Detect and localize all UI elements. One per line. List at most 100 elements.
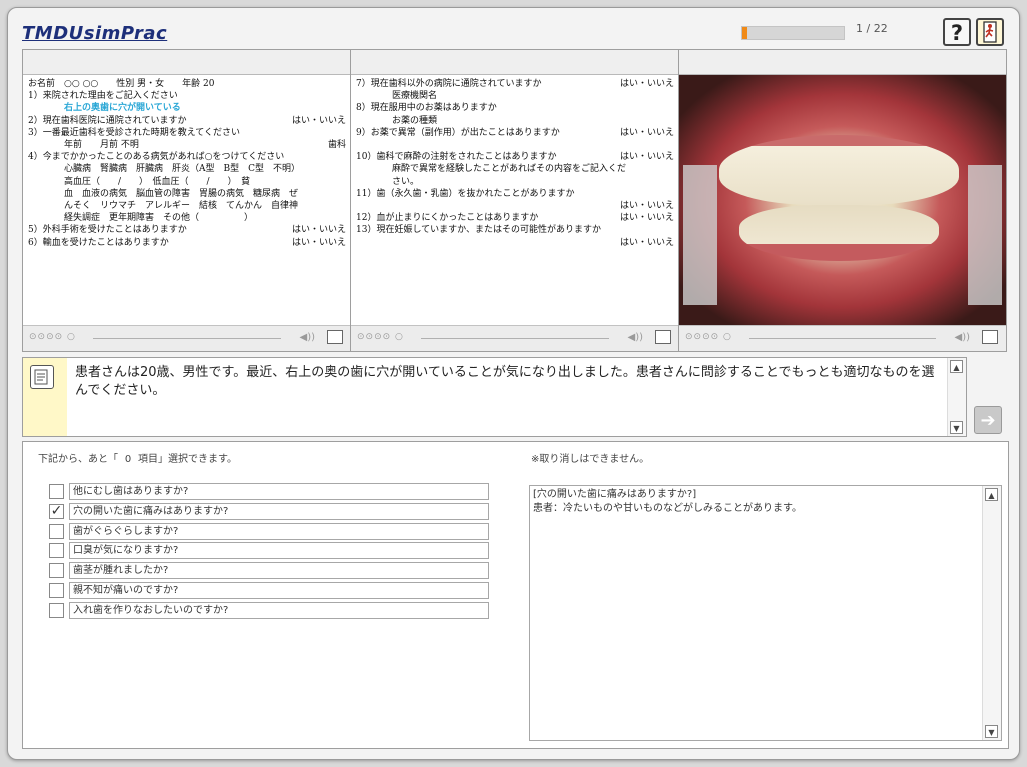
form-line-text: 10）歯科で麻酔の注射をされたことはありますか — [356, 152, 557, 163]
intraoral-photo-panel: ⊙⊙⊙⊙ ○ ◀)) — [678, 49, 1007, 352]
next-button[interactable]: ➔ — [974, 406, 1002, 434]
form-line-text: 右上の奥歯に穴が開いている — [64, 103, 181, 114]
seek-bar[interactable] — [749, 338, 936, 339]
checkbox[interactable] — [49, 602, 64, 618]
form-line: 1）来院された理由をご記入ください — [28, 90, 346, 102]
scroll-up-icon[interactable]: ▲ — [985, 488, 998, 501]
question-option-label[interactable]: 入れ歯を作りなおしたいのですか? — [69, 601, 489, 619]
volume-icon[interactable]: ◀)) — [955, 332, 971, 343]
panel-header — [679, 50, 1006, 75]
maximize-icon[interactable] — [982, 330, 998, 344]
form-line-text: 9）お薬で異常（副作用）が出たことはありますか — [356, 127, 560, 138]
seek-bar[interactable] — [93, 338, 281, 339]
cannot-undo-notice: ※取り消しはできません。 — [531, 454, 650, 465]
playback-buttons[interactable]: ⊙⊙⊙⊙ ○ — [357, 332, 404, 342]
help-button[interactable]: ? — [943, 18, 971, 46]
maximize-icon[interactable] — [327, 330, 343, 344]
form-line-text: 8）現在服用中のお薬はありますか — [356, 103, 497, 114]
form-line: はい・いいえ 5）外科手術を受けたことはありますか — [28, 224, 346, 236]
instruction-text: 患者さんは20歳、男性です。最近、右上の奥の歯に穴が開いていることが気になり出し… — [75, 365, 935, 398]
form-line-text: お名前 ○○ ○○ 性別 男・女 年齢 20 — [28, 79, 215, 89]
form-line: 13）現在妊娠していますか、またはその可能性がありますか — [356, 224, 674, 236]
selection-section: 下記から、あと「 0 項目」選択できます。 ※取り消しはできません。 他にむし歯はあ… — [22, 441, 1009, 749]
upper-teeth — [719, 135, 959, 205]
media-controls[interactable]: ⊙⊙⊙⊙ ○ ◀)) — [23, 325, 351, 351]
seek-bar[interactable] — [421, 338, 609, 339]
form-line: お薬の種類 — [356, 115, 674, 127]
form-line-text: んそく リウマチ アレルギー 結核 てんかん 自律神 — [64, 201, 299, 212]
volume-icon[interactable]: ◀)) — [628, 332, 644, 343]
yes-no-answer: はい・いいえ — [291, 237, 346, 248]
form-line: んそく リウマチ アレルギー 結核 てんかん 自律神 — [28, 200, 346, 212]
form-line-text: 11）歯（永久歯・乳歯）を抜かれたことがありますか — [356, 188, 575, 199]
form-line: お名前 ○○ ○○ 性別 男・女 年齢 20 — [28, 78, 346, 90]
form-line: はい・いいえ 2）現在歯科医院に通院されていますか — [28, 115, 346, 127]
checkbox[interactable] — [49, 523, 64, 539]
log-scrollbar[interactable]: ▲ ▼ — [982, 486, 1001, 740]
form-line-text — [356, 201, 359, 211]
form-line-text: 6）輸血を受けたことはありますか — [28, 237, 169, 248]
playback-buttons[interactable]: ⊙⊙⊙⊙ ○ — [29, 332, 76, 342]
question-option-label[interactable]: 口臭が気になりますか? — [69, 542, 489, 560]
instruction-scrollbar[interactable]: ▲ ▼ — [947, 358, 966, 436]
memo-icon — [30, 365, 54, 389]
log-question: [穴の開いた歯に痛みはありますか?] — [533, 489, 697, 500]
progress-fill — [742, 27, 747, 39]
checkbox[interactable] — [49, 543, 64, 559]
form-line-text: お薬の種類 — [392, 115, 438, 126]
maximize-icon[interactable] — [655, 330, 671, 344]
form-line-text: 高血圧（ / ） 低血圧（ / ） 貧 — [64, 176, 251, 187]
form-line: 右上の奥歯に穴が開いている — [28, 102, 346, 114]
form-line: はい・いいえ — [356, 200, 674, 212]
exit-door-icon — [983, 21, 997, 43]
instruction-strip — [23, 358, 67, 436]
cheek-retractor-left — [683, 165, 717, 305]
media-controls[interactable]: ⊙⊙⊙⊙ ○ ◀)) — [351, 325, 679, 351]
yes-no-answer: 歯科 — [327, 140, 346, 151]
form-line-text: 心臓病 腎臓病 肝臓病 肝炎（A型 B型 C型 不明） — [64, 164, 301, 175]
question-option-label[interactable]: 親不知が痛いのですか? — [69, 582, 489, 599]
volume-icon[interactable]: ◀)) — [300, 332, 316, 343]
panel-header — [351, 50, 679, 75]
app-logo: TMDUsimPrac — [22, 23, 168, 44]
question-option-label[interactable]: 他にむし歯はありますか? — [69, 483, 489, 500]
question-option-label[interactable]: 穴の開いた歯に痛みはありますか? — [69, 502, 489, 520]
form-line: 4）今までかかったことのある病気があれば○をつけてください — [28, 151, 346, 163]
checkbox[interactable] — [49, 583, 64, 598]
question-option-label[interactable]: 歯がぐらぐらしますか? — [69, 522, 489, 540]
scroll-up-icon[interactable]: ▲ — [950, 360, 963, 373]
scroll-down-icon[interactable]: ▼ — [985, 725, 998, 738]
form-line: 8）現在服用中のお薬はありますか — [356, 102, 674, 114]
checkbox[interactable] — [49, 484, 64, 499]
help-icon: ? — [950, 21, 964, 45]
form-line-text: 7）現在歯科以外の病院に通院されていますか — [356, 79, 542, 89]
lower-teeth — [739, 205, 939, 261]
form-line: 歯科 年前 月前 不明 — [28, 139, 346, 151]
playback-buttons[interactable]: ⊙⊙⊙⊙ ○ — [685, 332, 732, 342]
remaining-suffix: 項目」選択できます。 — [138, 454, 237, 465]
yes-no-answer: はい・いいえ — [291, 115, 346, 126]
form-line: 11）歯（永久歯・乳歯）を抜かれたことがありますか — [356, 188, 674, 200]
answer-log: [穴の開いた歯に痛みはありますか?] 患者：冷たいものや甘いものなどがしみること… — [529, 485, 1002, 741]
yes-no-answer: はい・いいえ — [619, 213, 674, 224]
form-line-text: 3）一番最近歯科を受診された時期を教えてください — [28, 127, 241, 138]
progress-bar — [741, 26, 845, 40]
questionnaire-panel-2: はい・いいえ 7）現在歯科以外の病院に通院されていますか 医療機関名 8）現在服用中の… — [350, 49, 680, 352]
form-line: 経失調症 更年期障害 その他（ ） — [28, 212, 346, 224]
form-line-text: さい。 — [392, 176, 420, 187]
form-line-text: 12）血が止まりにくかったことはありますか — [356, 213, 539, 224]
form-line: はい・いいえ — [356, 237, 674, 249]
remaining-prefix: 下記から、あと「 — [38, 454, 118, 465]
form-line: はい・いいえ 10）歯科で麻酔の注射をされたことはありますか — [356, 151, 674, 163]
exit-button[interactable] — [976, 18, 1004, 46]
panel-header — [23, 50, 351, 75]
form-line: はい・いいえ 6）輸血を受けたことはありますか — [28, 237, 346, 249]
checked-checkbox[interactable]: ✓ — [49, 503, 64, 519]
media-controls[interactable]: ⊙⊙⊙⊙ ○ ◀)) — [679, 325, 1006, 351]
scroll-down-icon[interactable]: ▼ — [950, 421, 963, 434]
log-answer: 患者：冷たいものや甘いものなどがしみることがあります。 — [533, 503, 802, 514]
question-option-label[interactable]: 歯茎が腫れましたか? — [69, 562, 489, 580]
yes-no-answer: はい・いいえ — [619, 152, 674, 163]
form-line: 3）一番最近歯科を受診された時期を教えてください — [28, 127, 346, 139]
checkbox[interactable] — [49, 563, 64, 579]
